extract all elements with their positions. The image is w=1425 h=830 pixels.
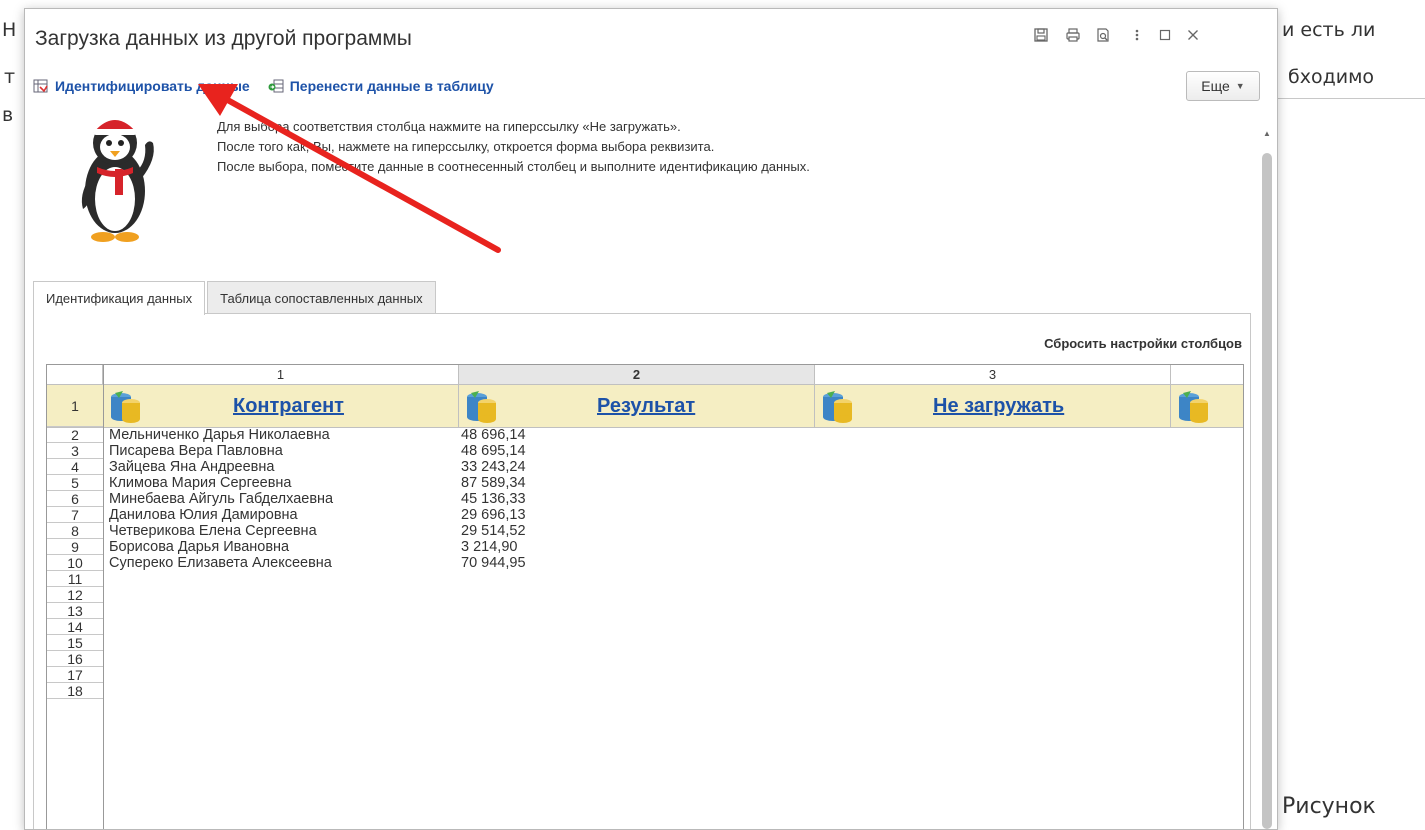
table-cell-result[interactable]: 70 944,95 bbox=[461, 555, 526, 571]
chevron-down-icon: ▼ bbox=[1235, 81, 1245, 91]
background-caption: Рисунок bbox=[1282, 794, 1376, 819]
data-grid[interactable]: 1 2 3 Контрагент Результат Не загружать … bbox=[46, 364, 1244, 829]
identify-icon bbox=[33, 79, 48, 93]
column-number-4[interactable] bbox=[1171, 365, 1243, 385]
reset-columns-link[interactable]: Сбросить настройки столбцов bbox=[1044, 336, 1242, 351]
dialog-title: Загрузка данных из другой программы bbox=[35, 27, 412, 50]
preview-icon[interactable] bbox=[1091, 23, 1115, 47]
mapping-cell-4 bbox=[1171, 385, 1243, 427]
table-cell-result[interactable]: 29 696,13 bbox=[461, 507, 526, 523]
database-icon bbox=[467, 391, 496, 423]
table-cell-counterparty[interactable]: Четверикова Елена Сергеевна bbox=[109, 523, 317, 539]
table-cell-counterparty[interactable]: Данилова Юлия Дамировна bbox=[109, 507, 298, 523]
row-number[interactable]: 10 bbox=[47, 555, 103, 571]
row-number[interactable]: 6 bbox=[47, 491, 103, 507]
table-cell-counterparty[interactable]: Мельниченко Дарья Николаевна bbox=[109, 427, 330, 443]
maximize-icon[interactable] bbox=[1153, 23, 1177, 47]
column-mapping-row: Контрагент Результат Не загружать bbox=[47, 385, 1243, 428]
row-number[interactable]: 17 bbox=[47, 667, 103, 683]
scroll-up-icon[interactable]: ▲ bbox=[1261, 129, 1273, 139]
row-number[interactable]: 2 bbox=[47, 427, 103, 443]
tab-bar: Идентификация данных Таблица сопоставлен… bbox=[33, 281, 438, 315]
database-icon bbox=[823, 391, 852, 423]
background-text-line1-right: и есть ли bbox=[1282, 19, 1376, 41]
column-link-do-not-load[interactable]: Не загружать bbox=[933, 395, 1064, 418]
row-number[interactable]: 7 bbox=[47, 507, 103, 523]
background-text-line2-left: т bbox=[4, 66, 16, 88]
table-cell-counterparty[interactable]: Минебаева Айгуль Габделхаевна bbox=[109, 491, 333, 507]
annotation-arrow-icon bbox=[198, 84, 501, 253]
vertical-scrollbar[interactable]: ▲ bbox=[1261, 119, 1273, 829]
table-cell-result[interactable]: 48 695,14 bbox=[461, 443, 526, 459]
more-menu-icon[interactable] bbox=[1125, 23, 1149, 47]
tab-panel: Сбросить настройки столбцов 1 2 3 Контра… bbox=[33, 313, 1251, 829]
penguin-mascot-icon bbox=[81, 111, 154, 242]
row-number[interactable]: 15 bbox=[47, 635, 103, 651]
mapping-cell-3: Не загружать bbox=[815, 385, 1171, 427]
row-number[interactable]: 4 bbox=[47, 459, 103, 475]
close-icon[interactable] bbox=[1181, 23, 1205, 47]
table-cell-result[interactable]: 48 696,14 bbox=[461, 427, 526, 443]
column-number-3[interactable]: 3 bbox=[815, 365, 1171, 385]
mapping-cell-2: Результат bbox=[459, 385, 815, 427]
database-icon bbox=[1179, 391, 1208, 423]
background-divider bbox=[1276, 98, 1425, 99]
scroll-thumb[interactable] bbox=[1262, 153, 1272, 829]
table-cell-counterparty[interactable]: Супереко Елизавета Алексеевна bbox=[109, 555, 332, 571]
row-number[interactable]: 16 bbox=[47, 651, 103, 667]
background-text-line3-left: в bbox=[2, 104, 14, 126]
save-icon[interactable] bbox=[1029, 23, 1053, 47]
column-number-1[interactable]: 1 bbox=[103, 365, 459, 385]
column-number-2[interactable]: 2 bbox=[459, 365, 815, 385]
background-text-line1-left: Н bbox=[2, 19, 17, 41]
table-cell-counterparty[interactable]: Зайцева Яна Андреевна bbox=[109, 459, 274, 475]
table-cell-counterparty[interactable]: Писарева Вера Павловна bbox=[109, 443, 283, 459]
table-cell-result[interactable]: 29 514,52 bbox=[461, 523, 526, 539]
tab-matched-table[interactable]: Таблица сопоставленных данных bbox=[207, 281, 436, 314]
row-number[interactable]: 1 bbox=[47, 385, 103, 427]
more-button[interactable]: Еще ▼ bbox=[1186, 71, 1260, 101]
table-cell-result[interactable]: 33 243,24 bbox=[461, 459, 526, 475]
more-button-label: Еще bbox=[1201, 78, 1230, 94]
row-number[interactable]: 5 bbox=[47, 475, 103, 491]
table-cell-result[interactable]: 45 136,33 bbox=[461, 491, 526, 507]
row-number[interactable]: 11 bbox=[47, 571, 103, 587]
row-number[interactable]: 12 bbox=[47, 587, 103, 603]
mapping-cell-1: Контрагент bbox=[103, 385, 459, 427]
row-number[interactable]: 18 bbox=[47, 683, 103, 699]
column-link-counterparty[interactable]: Контрагент bbox=[233, 395, 344, 418]
table-cell-result[interactable]: 3 214,90 bbox=[461, 539, 517, 555]
row-number[interactable]: 14 bbox=[47, 619, 103, 635]
row-number[interactable]: 9 bbox=[47, 539, 103, 555]
column-link-result[interactable]: Результат bbox=[597, 395, 695, 418]
print-icon[interactable] bbox=[1061, 23, 1085, 47]
database-icon bbox=[111, 391, 140, 423]
table-cell-result[interactable]: 87 589,34 bbox=[461, 475, 526, 491]
table-cell-counterparty[interactable]: Борисова Дарья Ивановна bbox=[109, 539, 289, 555]
table-cell-counterparty[interactable]: Климова Мария Сергеевна bbox=[109, 475, 292, 491]
row-number[interactable]: 3 bbox=[47, 443, 103, 459]
tab-identification[interactable]: Идентификация данных bbox=[33, 281, 206, 315]
background-text-line2-right: бходимо bbox=[1288, 66, 1375, 88]
row-number[interactable]: 8 bbox=[47, 523, 103, 539]
row-number[interactable]: 13 bbox=[47, 603, 103, 619]
